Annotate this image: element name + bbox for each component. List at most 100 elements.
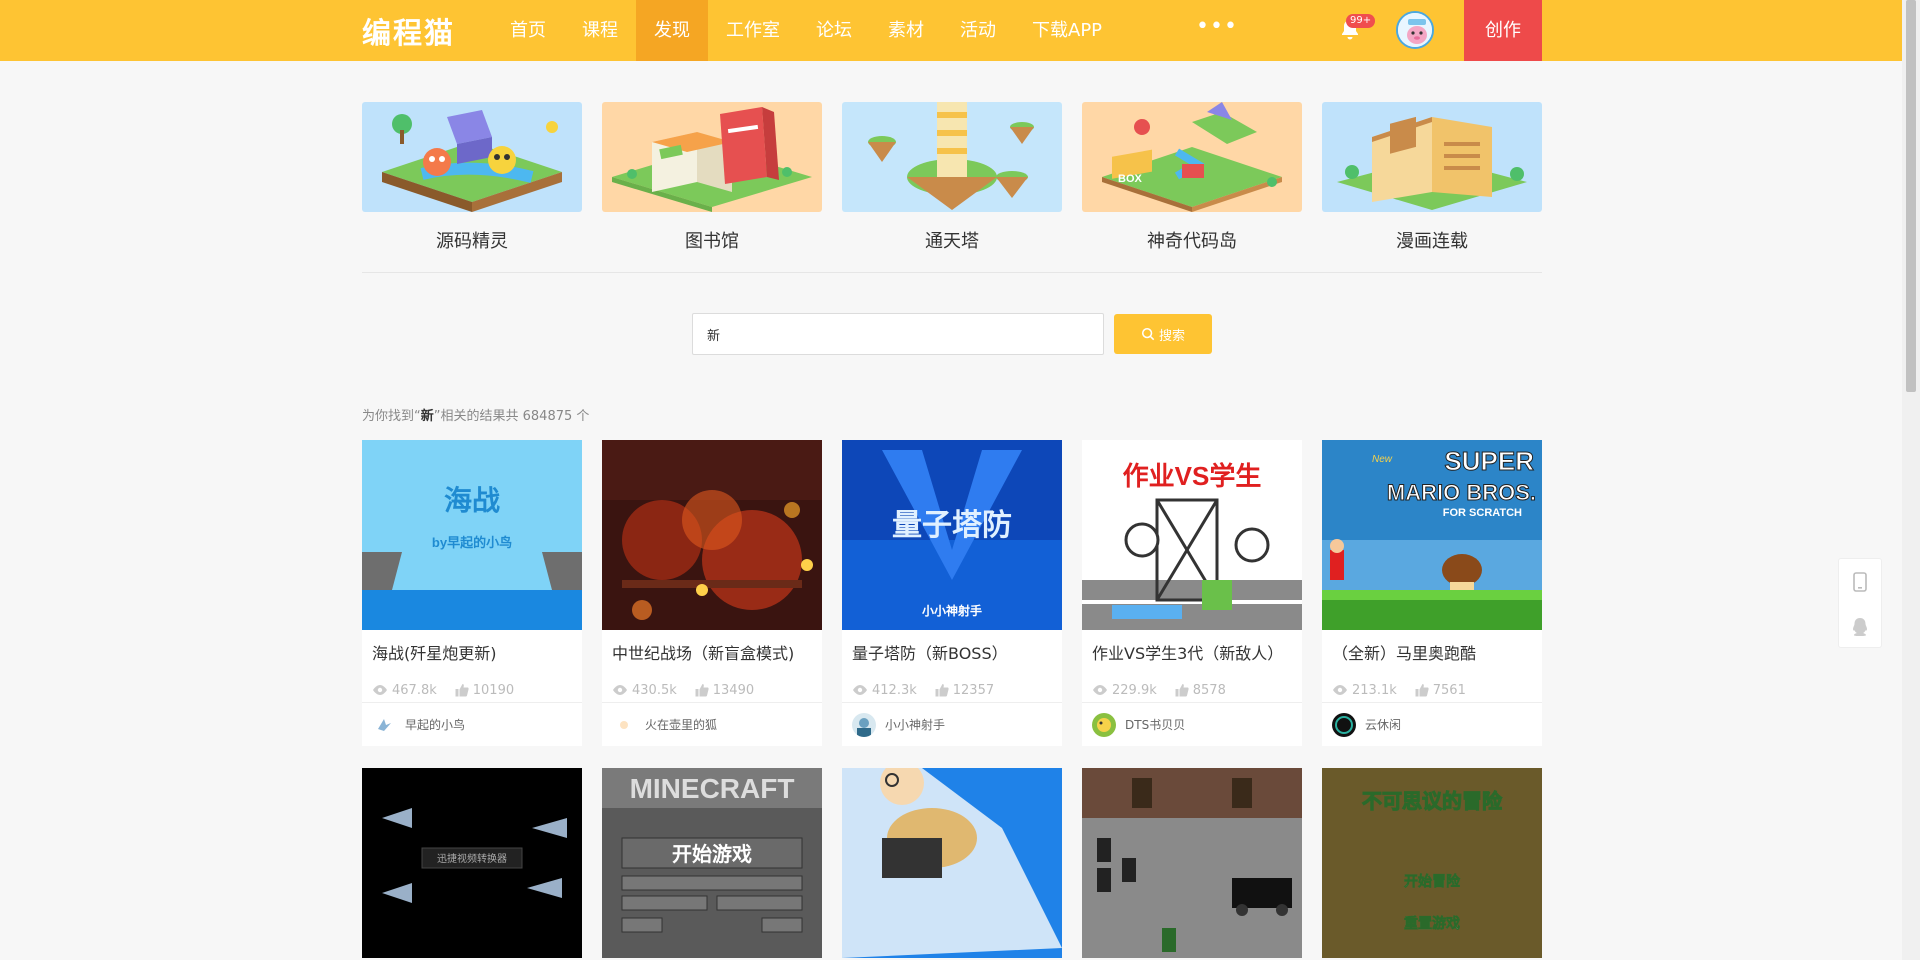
nav-studio[interactable]: 工作室 — [708, 0, 798, 61]
nav-courses[interactable]: 课程 — [564, 0, 636, 61]
category-babel-tower[interactable]: 通天塔 — [842, 102, 1062, 253]
work-card[interactable]: 量子塔防 小小神射手 量子塔防（新BOSS） 412.3k 12357 小小神射… — [842, 440, 1062, 746]
work-thumbnail[interactable] — [602, 440, 822, 630]
work-author[interactable]: 早起的小鸟 — [362, 702, 582, 746]
work-card[interactable]: 不可思议的冒险 开始冒险 重置游戏 — [1322, 768, 1542, 958]
category-source-sprite[interactable]: 源码精灵 — [362, 102, 582, 253]
work-title[interactable]: 作业VS学生3代（新敌人） — [1082, 630, 1302, 668]
search-icon — [1141, 327, 1155, 341]
work-author[interactable]: 云休闲 — [1322, 702, 1542, 746]
work-thumbnail[interactable]: MINECRAFT 开始游戏 — [602, 768, 822, 958]
work-card[interactable]: SUPER MARIO BROS. FOR SCRATCH New （全新）马里… — [1322, 440, 1542, 746]
view-count: 412.3k — [872, 682, 917, 698]
section-divider — [362, 272, 1542, 273]
author-avatar[interactable] — [612, 712, 636, 737]
work-author[interactable]: DTS书贝贝 — [1082, 702, 1302, 746]
author-name[interactable]: DTS书贝贝 — [1125, 716, 1185, 733]
eye-icon — [373, 685, 387, 695]
likes: 12357 — [935, 683, 994, 698]
work-thumbnail[interactable]: SUPER MARIO BROS. FOR SCRATCH New — [1322, 440, 1542, 630]
work-thumbnail[interactable]: 迅捷视频转换器 — [362, 768, 582, 958]
svg-text:不可思议的冒险: 不可思议的冒险 — [1362, 789, 1503, 813]
work-author[interactable]: 火在壶里的狐 — [602, 702, 822, 746]
like-count: 7561 — [1432, 682, 1466, 698]
views: 412.3k — [852, 683, 917, 698]
author-avatar[interactable] — [852, 712, 876, 737]
category-image — [842, 102, 1062, 212]
work-card[interactable]: 海战 by早起的小鸟 海战(歼星炮更新) 467.8k 10190 早起的小鸟 — [362, 440, 582, 746]
work-title[interactable]: （全新）马里奥跑酷 — [1322, 630, 1542, 668]
svg-text:迅捷视频转换器: 迅捷视频转换器 — [437, 852, 507, 865]
work-author[interactable]: 小小神射手 — [842, 702, 1062, 746]
author-name[interactable]: 云休闲 — [1365, 716, 1401, 733]
author-avatar[interactable] — [1332, 712, 1356, 737]
like-count: 12357 — [952, 682, 995, 698]
site-logo[interactable]: 编程猫 — [362, 10, 455, 52]
side-toolbar — [1838, 558, 1882, 648]
create-button[interactable]: 创作 — [1464, 0, 1542, 61]
work-title[interactable]: 中世纪战场（新盲盒模式) — [602, 630, 822, 668]
nav-materials[interactable]: 素材 — [870, 0, 942, 61]
thumbs-up-icon — [935, 684, 949, 697]
work-thumbnail[interactable]: 量子塔防 小小神射手 — [842, 440, 1062, 630]
svg-text:MARIO BROS.: MARIO BROS. — [1387, 480, 1536, 505]
work-stats: 229.9k 8578 — [1082, 668, 1302, 702]
work-card[interactable] — [842, 768, 1062, 958]
thumbs-up-icon — [455, 684, 469, 697]
thumbs-up-icon — [1175, 684, 1189, 697]
nav-home[interactable]: 首页 — [492, 0, 564, 61]
author-name[interactable]: 早起的小鸟 — [405, 716, 465, 733]
nav-forum[interactable]: 论坛 — [798, 0, 870, 61]
svg-text:BOX: BOX — [1118, 173, 1143, 185]
author-avatar[interactable] — [1092, 712, 1116, 737]
eye-icon — [613, 685, 627, 695]
eye-icon — [853, 685, 867, 695]
category-label: 图书馆 — [685, 231, 739, 252]
svg-text:SUPER: SUPER — [1444, 446, 1534, 476]
work-card[interactable]: 迅捷视频转换器 — [362, 768, 582, 958]
svg-text:开始游戏: 开始游戏 — [672, 842, 752, 866]
work-title[interactable]: 海战(歼星炮更新) — [362, 630, 582, 668]
eye-icon — [1093, 685, 1107, 695]
work-card[interactable]: MINECRAFT 开始游戏 — [602, 768, 822, 958]
like-count: 8578 — [1192, 682, 1226, 698]
search-input[interactable] — [692, 313, 1104, 355]
work-card[interactable]: 中世纪战场（新盲盒模式) 430.5k 13490 火在壶里的狐 — [602, 440, 822, 746]
category-image: 漫 — [1322, 102, 1542, 212]
work-thumbnail[interactable]: 不可思议的冒险 开始冒险 重置游戏 — [1322, 768, 1542, 958]
work-card[interactable]: 作业VS学生 作业VS学生3代（新敌人） 229.9k 8578 DTS书贝贝 — [1082, 440, 1302, 746]
work-stats: 467.8k 10190 — [362, 668, 582, 702]
svg-text:作业VS学生: 作业VS学生 — [1123, 461, 1262, 491]
svg-text:FOR SCRATCH: FOR SCRATCH — [1443, 507, 1522, 519]
author-avatar[interactable] — [372, 712, 396, 737]
svg-text:小小神射手: 小小神射手 — [922, 603, 982, 618]
view-count: 229.9k — [1112, 682, 1157, 698]
scrollbar-thumb[interactable] — [1906, 0, 1916, 392]
author-name[interactable]: 小小神射手 — [885, 716, 945, 733]
nav-discover[interactable]: 发现 — [636, 0, 708, 61]
work-thumbnail[interactable]: 作业VS学生 — [1082, 440, 1302, 630]
category-label: 源码精灵 — [436, 231, 508, 252]
work-card[interactable] — [1082, 768, 1302, 958]
result-keyword: 新 — [420, 409, 434, 424]
notification-badge: 99+ — [1346, 14, 1376, 28]
nav-events[interactable]: 活动 — [942, 0, 1014, 61]
nav-download-app[interactable]: 下载APP — [1014, 0, 1120, 61]
category-comic-series[interactable]: 漫 漫画连载 — [1322, 102, 1542, 253]
search-button[interactable]: 搜索 — [1114, 314, 1212, 354]
svg-text:量子塔防: 量子塔防 — [892, 509, 1012, 542]
more-menu-icon[interactable]: ••• — [1196, 14, 1238, 39]
work-thumbnail[interactable] — [842, 768, 1062, 958]
user-avatar[interactable] — [1396, 11, 1434, 49]
work-title[interactable]: 量子塔防（新BOSS） — [842, 630, 1062, 668]
svg-text:海战: 海战 — [444, 485, 500, 516]
category-label: 通天塔 — [925, 231, 979, 252]
author-name[interactable]: 火在壶里的狐 — [645, 716, 717, 733]
views: 213.1k — [1332, 683, 1397, 698]
work-thumbnail[interactable]: 海战 by早起的小鸟 — [362, 440, 582, 630]
qq-icon[interactable] — [1839, 604, 1881, 649]
category-magic-code-island[interactable]: BOX 神奇代码岛 — [1082, 102, 1302, 253]
work-thumbnail[interactable] — [1082, 768, 1302, 958]
mobile-app-icon[interactable] — [1839, 559, 1881, 604]
category-library[interactable]: 图书馆 — [602, 102, 822, 253]
